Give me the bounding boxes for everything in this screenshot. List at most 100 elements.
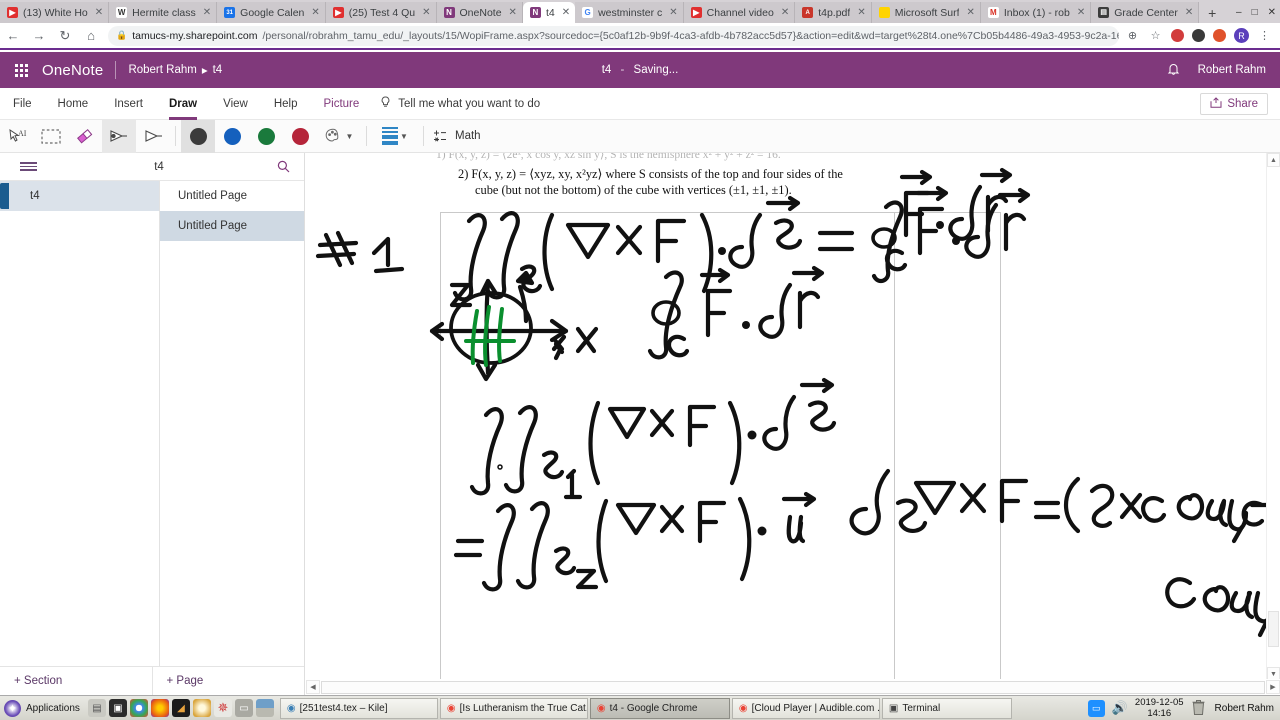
canvas-horizontal-scrollbar[interactable]: ◀ ▶ (306, 679, 1280, 695)
bell-icon[interactable] (1167, 62, 1180, 79)
browser-tab[interactable]: ▶ (25) Test 4 Qu ✕ (325, 2, 437, 23)
eraser-tool-button[interactable] (68, 120, 102, 153)
close-icon[interactable]: ✕ (311, 7, 319, 18)
pen-color-red[interactable] (283, 120, 317, 153)
minimize-button[interactable]: – (1236, 7, 1242, 18)
new-tab-button[interactable]: + (1199, 2, 1225, 23)
trash-icon[interactable] (1191, 699, 1208, 717)
tab-picture[interactable]: Picture (310, 88, 372, 120)
close-icon[interactable]: ✕ (203, 7, 211, 18)
applications-menu[interactable]: ✦ Applications (0, 699, 88, 717)
page-item[interactable]: Untitled Page (160, 181, 304, 211)
account-name[interactable]: Robert Rahm (1198, 64, 1266, 76)
tell-me-box[interactable]: Tell me what you want to do (380, 95, 540, 112)
math-label[interactable]: Math (455, 130, 481, 142)
close-icon[interactable]: ✕ (966, 7, 974, 18)
page-item[interactable]: Untitled Page (160, 211, 304, 241)
volume-icon[interactable]: 🔊 (1112, 700, 1128, 716)
reload-icon[interactable]: ↻ (52, 22, 78, 49)
back-icon[interactable]: ← (0, 22, 26, 49)
files-launcher[interactable]: ▤ (87, 699, 106, 717)
scroll-left-arrow[interactable]: ◀ (306, 680, 320, 694)
settings-launcher[interactable]: ✵ (213, 699, 232, 717)
page-surface[interactable]: 1) F(x, y, z) = ⟨2eˣ, x cos y, xz sin y⟩… (306, 153, 1280, 695)
home-icon[interactable]: ⌂ (78, 22, 104, 49)
taskbar-window[interactable]: ◉ [251test4.tex – Kile] (279, 697, 438, 719)
taskbar-window[interactable]: ◉ [Cloud Player | Audible.com ... (731, 697, 880, 719)
terminal-launcher[interactable]: ▣ (108, 699, 127, 717)
close-icon[interactable]: ✕ (1077, 7, 1085, 18)
section-item[interactable]: t4 (0, 181, 159, 211)
browser-menu-icon[interactable]: ⋮ (1257, 28, 1272, 43)
browser-tab[interactable]: M Inbox (1) - rob ✕ (980, 2, 1092, 23)
type-tool-button[interactable]: AI (0, 120, 34, 153)
forward-icon[interactable]: → (26, 22, 52, 49)
taskbar-window[interactable]: ◉ [Is Lutheranism the True Cat... (439, 697, 588, 719)
close-icon[interactable]: ✕ (95, 7, 103, 18)
close-icon[interactable]: ✕ (669, 7, 677, 18)
close-icon[interactable]: ✕ (1185, 7, 1193, 18)
line-thickness-icon[interactable]: ▼ (372, 120, 418, 153)
browser-tab[interactable]: ▤ Grade Center ✕ (1091, 2, 1200, 23)
network-icon[interactable]: ▭ (1087, 699, 1105, 717)
page-canvas[interactable]: 1) F(x, y, z) = ⟨2eˣ, x cos y, xz sin y⟩… (306, 153, 1280, 695)
pen-color-blue[interactable] (215, 120, 249, 153)
add-page-button[interactable]: + Page (151, 667, 305, 695)
maximize-button[interactable]: □ (1252, 7, 1258, 18)
gimp-launcher[interactable] (192, 699, 211, 717)
tab-draw[interactable]: Draw (156, 88, 210, 120)
close-icon[interactable]: ✕ (857, 7, 865, 18)
math-icon[interactable] (429, 120, 451, 153)
browser-tab[interactable]: W Hermite class ✕ (109, 2, 218, 23)
tab-home[interactable]: Home (45, 88, 102, 120)
canvas-vertical-scrollbar[interactable]: ▲ ▼ (1266, 153, 1280, 681)
browser-tab[interactable]: A t4p.pdf ✕ (795, 2, 872, 23)
breadcrumb-notebook[interactable]: t4 (213, 64, 223, 76)
tab-help[interactable]: Help (261, 88, 311, 120)
search-icon[interactable] (262, 160, 304, 173)
browser-tab[interactable]: G westminster c ✕ (575, 2, 684, 23)
taskbar-window-active[interactable]: ◉ t4 - Google Chrome (589, 697, 730, 719)
tray-user-name[interactable]: Robert Rahm (1215, 703, 1274, 714)
extension-dark-icon[interactable] (1192, 29, 1205, 42)
tab-view[interactable]: View (210, 88, 261, 120)
browser-tab[interactable]: ▶ Channel video ✕ (683, 2, 796, 23)
browser-tab[interactable]: ▶ (13) White Ho ✕ (0, 2, 110, 23)
vertical-scroll-thumb[interactable] (1268, 611, 1279, 647)
close-icon[interactable]: ✕ (781, 7, 789, 18)
star-icon[interactable]: ☆ (1148, 28, 1163, 43)
horizontal-scroll-thumb[interactable] (321, 680, 1265, 694)
app-launcher-icon[interactable] (0, 63, 42, 77)
hamburger-icon[interactable] (0, 160, 56, 173)
matlab-launcher[interactable]: ◢ (171, 699, 190, 717)
tab-file[interactable]: File (0, 88, 45, 120)
handwriting-ink[interactable] (306, 153, 1280, 695)
breadcrumb-user[interactable]: Robert Rahm (128, 64, 196, 76)
scroll-up-arrow[interactable]: ▲ (1267, 153, 1280, 167)
close-icon[interactable]: ✕ (509, 7, 517, 18)
address-bar[interactable]: 🔒 tamucs-my.sharepoint.com/personal/robr… (108, 25, 1119, 46)
highlighter-tool-button[interactable] (136, 120, 170, 153)
workspace-switcher[interactable] (255, 699, 274, 717)
share-button[interactable]: Share (1200, 92, 1268, 115)
browser-tab-active[interactable]: N t4 ✕ (522, 2, 576, 23)
chrome-launcher[interactable] (129, 699, 148, 717)
profile-avatar[interactable]: R (1234, 28, 1249, 43)
browser-tab[interactable]: N OneNote ✕ (436, 2, 523, 23)
extension-orange-icon[interactable] (1213, 29, 1226, 42)
firefox-launcher[interactable] (150, 699, 169, 717)
extension-red-icon[interactable] (1171, 29, 1184, 42)
scroll-right-arrow[interactable]: ▶ (1266, 680, 1280, 694)
color-palette-icon[interactable]: ▼ (317, 120, 361, 153)
close-icon[interactable]: ✕ (562, 7, 570, 18)
browser-tab[interactable]: Microsoft Surf ✕ (871, 2, 981, 23)
close-window-button[interactable]: ✕ (1268, 7, 1276, 18)
app-brand[interactable]: OneNote (42, 62, 103, 79)
taskbar-window[interactable]: ▣ Terminal (881, 697, 1012, 719)
archive-launcher[interactable]: ▭ (234, 699, 253, 717)
pen-color-green[interactable] (249, 120, 283, 153)
clock[interactable]: 2019-12-05 14:16 (1135, 697, 1184, 719)
pen-tool-button[interactable] (102, 119, 136, 153)
add-section-button[interactable]: + Section (0, 667, 152, 695)
tab-insert[interactable]: Insert (101, 88, 156, 120)
